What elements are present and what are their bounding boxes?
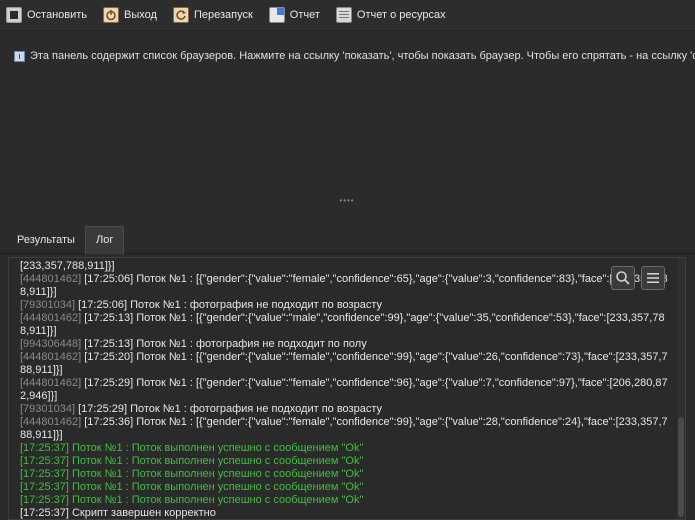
log-line-text: [17:25:37] Поток №1 : Поток выполнен усп… bbox=[20, 468, 364, 480]
tab-log[interactable]: Лог bbox=[85, 226, 125, 254]
panel-splitter-handle[interactable]: •••• bbox=[330, 197, 364, 205]
toolbar: Остановить Выход Перезапуск Отчет Отчет … bbox=[0, 0, 695, 31]
log-line-text: [17:25:37] Поток №1 : Поток выполнен усп… bbox=[20, 494, 364, 506]
log-line: [994306448] [17:25:13] Поток №1 : фотогр… bbox=[20, 338, 671, 351]
log-line-thread-id: [444801462] bbox=[20, 416, 82, 428]
log-line: [444801462] [17:25:29] Поток №1 : [{"gen… bbox=[20, 377, 671, 403]
log-line: [79301034] [17:25:29] Поток №1 : фотогра… bbox=[20, 403, 671, 416]
tab-bar: Результаты Лог bbox=[0, 226, 695, 254]
log-line: [444801462] [17:25:13] Поток №1 : [{"gen… bbox=[20, 312, 671, 338]
log-line-thread-id: [79301034] bbox=[20, 403, 76, 415]
log-line: [17:25:37] Поток №1 : Поток выполнен усп… bbox=[20, 481, 671, 494]
log-line-thread-id: [444801462] bbox=[20, 273, 82, 285]
info-text: Эта панель содержит список браузеров. На… bbox=[30, 50, 695, 62]
restart-label: Перезапуск bbox=[193, 9, 253, 21]
log-line-text: [233,357,788,911]}] bbox=[20, 260, 115, 272]
log-line-text: [17:25:29] Поток №1 : [{"gender":{"value… bbox=[20, 377, 668, 402]
log-panel: [233,357,788,911]}] [444801462] [17:25:06… bbox=[8, 257, 686, 520]
log-line: [444801462] [17:25:20] Поток №1 : [{"gen… bbox=[20, 351, 671, 377]
stop-label: Остановить bbox=[27, 9, 88, 21]
search-icon bbox=[616, 271, 630, 285]
log-line: [17:25:37] Скрипт завершен корректно bbox=[20, 507, 671, 519]
log-line-text: [17:25:06] Поток №1 : [{"gender":{"value… bbox=[20, 273, 668, 298]
log-line-thread-id: [994306448] bbox=[20, 338, 82, 350]
exit-button[interactable]: Выход bbox=[99, 3, 161, 27]
resources-report-button[interactable]: Отчет о ресурсах bbox=[332, 3, 450, 27]
log-line: [17:25:37] Поток №1 : Поток выполнен усп… bbox=[20, 494, 671, 507]
menu-icon bbox=[647, 273, 659, 283]
log-line: [79301034] [17:25:06] Поток №1 : фотогра… bbox=[20, 299, 671, 312]
log-line-text: [17:25:13] Поток №1 : [{"gender":{"value… bbox=[20, 312, 665, 337]
log-scrollbar-thumb[interactable] bbox=[678, 417, 684, 517]
log-tools bbox=[611, 266, 665, 290]
info-icon bbox=[14, 50, 25, 62]
log-scrollbar[interactable] bbox=[677, 258, 685, 519]
log-line-text: [17:25:36] Поток №1 : [{"gender":{"value… bbox=[20, 416, 668, 441]
log-line: [17:25:37] Поток №1 : Поток выполнен усп… bbox=[20, 442, 671, 455]
log-line-text: [17:25:06] Поток №1 : фотография не подх… bbox=[75, 299, 382, 311]
log-lines: [233,357,788,911]}] [444801462] [17:25:06… bbox=[20, 260, 671, 519]
log-line: [17:25:37] Поток №1 : Поток выполнен усп… bbox=[20, 468, 671, 481]
browser-panel-info: Эта панель содержит список браузеров. На… bbox=[14, 48, 695, 64]
log-search-button[interactable] bbox=[611, 266, 635, 290]
report-button[interactable]: Отчет bbox=[265, 3, 324, 27]
log-line-text: [17:25:13] Поток №1 : фотография не подх… bbox=[81, 338, 367, 350]
log-line-thread-id: [444801462] bbox=[20, 351, 82, 363]
log-line-thread-id: [444801462] bbox=[20, 312, 82, 324]
log-menu-button[interactable] bbox=[641, 266, 665, 290]
exit-icon bbox=[103, 7, 120, 23]
report-label: Отчет bbox=[289, 9, 320, 21]
log-line-text: [17:25:37] Поток №1 : Поток выполнен усп… bbox=[20, 481, 364, 493]
log-line-text: [17:25:29] Поток №1 : фотография не подх… bbox=[75, 403, 382, 415]
log-line-text: [17:25:20] Поток №1 : [{"gender":{"value… bbox=[20, 351, 668, 376]
log-line-thread-id: [79301034] bbox=[20, 299, 76, 311]
stop-icon bbox=[6, 7, 22, 23]
log-line: [17:25:37] Поток №1 : Поток выполнен усп… bbox=[20, 455, 671, 468]
restart-icon bbox=[172, 7, 189, 23]
log-line: [444801462] [17:25:36] Поток №1 : [{"gen… bbox=[20, 416, 671, 442]
exit-label: Выход bbox=[124, 9, 157, 21]
report-pie-icon bbox=[268, 7, 285, 23]
resources-report-label: Отчет о ресурсах bbox=[356, 9, 446, 21]
tab-results[interactable]: Результаты bbox=[7, 228, 85, 252]
restart-button[interactable]: Перезапуск bbox=[169, 3, 257, 27]
log-line: [444801462] [17:25:06] Поток №1 : [{"gen… bbox=[20, 273, 671, 299]
log-line-thread-id: [444801462] bbox=[20, 377, 82, 389]
stop-button[interactable]: Остановить bbox=[2, 3, 91, 27]
resources-report-icon bbox=[335, 7, 352, 23]
log-line: [233,357,788,911]}] bbox=[20, 260, 671, 273]
log-line-text: [17:25:37] Поток №1 : Поток выполнен усп… bbox=[20, 442, 364, 454]
log-line-text: [17:25:37] Поток №1 : Поток выполнен усп… bbox=[20, 455, 364, 467]
log-line-text: [17:25:37] Скрипт завершен корректно bbox=[20, 507, 216, 519]
